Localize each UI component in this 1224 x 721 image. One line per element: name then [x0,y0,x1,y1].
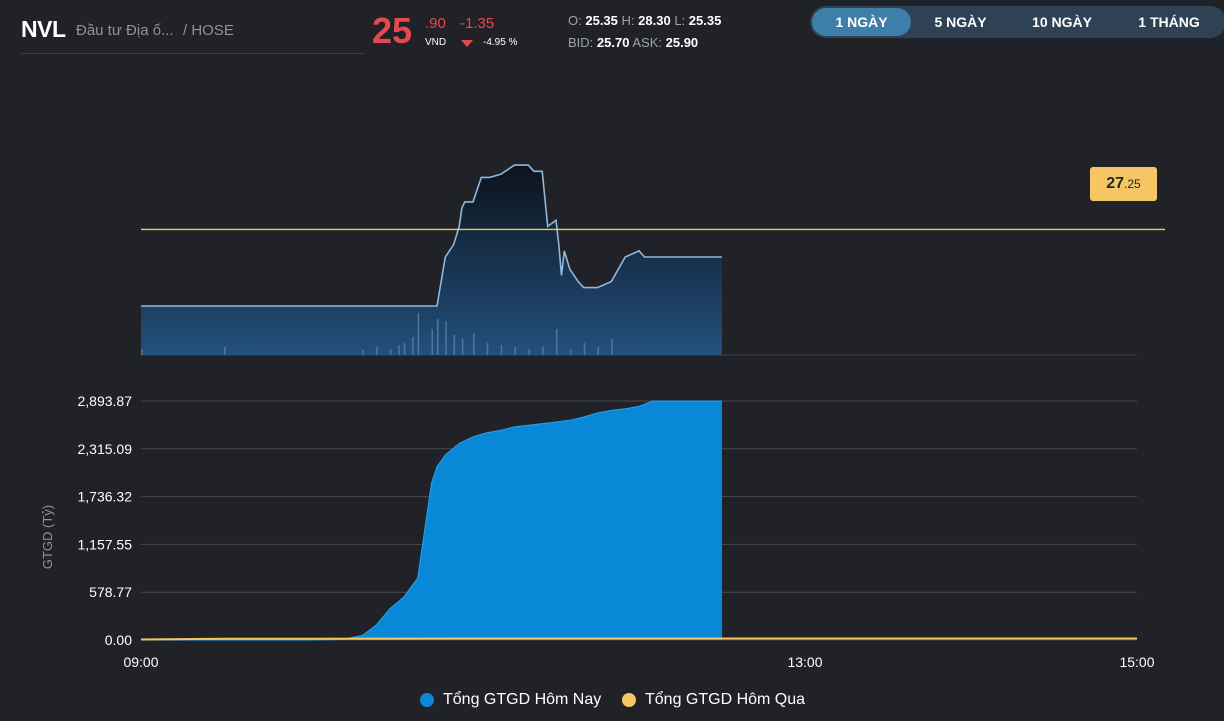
volume-bar [556,329,558,355]
y-tick-label: 2,893.87 [78,393,133,409]
x-tick-label: 13:00 [787,654,822,670]
volume-bar [611,339,613,355]
volume-bar [597,347,599,355]
price-panel [141,164,1165,356]
volume-bar [486,343,489,355]
legend-today-dot-icon [420,693,434,707]
y-tick-label: 0.00 [105,632,132,648]
legend-item-today[interactable]: Tổng GTGD Hôm Nay [420,689,601,711]
volume-bar [362,350,364,355]
x-tick-label: 09:00 [123,654,158,670]
volume-bar [376,347,378,355]
today-value-area [141,401,722,640]
legend-today-label: Tổng GTGD Hôm Nay [443,691,602,708]
y-tick-label: 1,157.55 [78,536,133,552]
volume-bar [461,339,464,355]
reference-price-integer: 27 [1106,175,1125,192]
volume-bar [403,343,406,355]
yesterday-value-line [140,637,1137,641]
y-tick-label: 578.77 [89,584,132,600]
volume-bar [473,333,475,355]
volume-bar [412,337,414,355]
trading-value-panel: 0.00 578.77 1,157.55 1,736.32 2,315.09 2,893.… [78,393,1155,670]
volume-bar [569,349,572,355]
volume-bar [542,347,544,355]
x-tick-label: 15:00 [1119,654,1154,670]
volume-bar [583,343,586,355]
volume-bar [141,349,143,355]
volume-bar [431,329,433,355]
volume-bar [398,345,400,355]
volume-bar [453,335,456,355]
y-axis-title: GTGD (Tỷ) [40,505,55,569]
legend-yesterday-label: Tổng GTGD Hôm Qua [645,691,806,708]
volume-bar [390,349,392,355]
intraday-chart: 0.00 578.77 1,157.55 1,736.32 2,315.09 2,893.… [40,164,1165,670]
reference-price-badge: 27.25 [1090,167,1157,201]
y-tick-label: 1,736.32 [78,489,133,505]
volume-bar [500,345,503,355]
volume-bar [528,349,530,355]
reference-price-decimal: .25 [1124,177,1141,191]
y-tick-label: 2,315.09 [78,441,133,457]
legend-yesterday-dot-icon [622,693,636,707]
chart-legend: Tổng GTGD Hôm Nay Tổng GTGD Hôm Qua [0,689,1224,711]
volume-bar [224,347,226,355]
volume-bar [417,313,420,355]
volume-bar [437,319,439,355]
legend-item-yesterday[interactable]: Tổng GTGD Hôm Qua [622,689,805,711]
volume-bar [514,347,516,355]
price-area [141,165,722,355]
volume-bar [445,321,447,355]
